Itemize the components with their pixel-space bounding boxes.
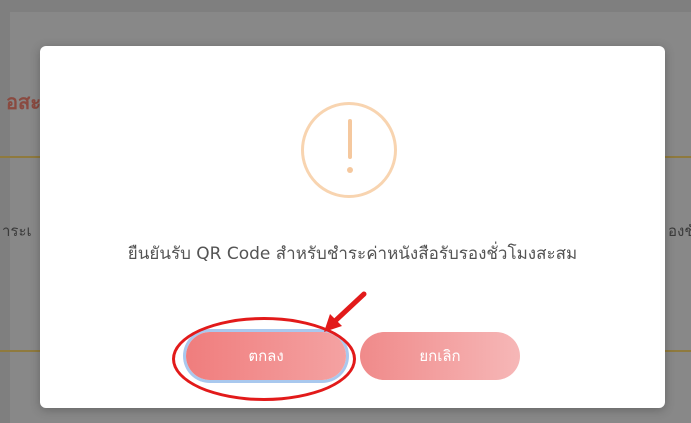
background-divider	[664, 156, 691, 158]
background-text-left: ำระเ	[2, 222, 32, 240]
exclamation-icon-dot	[347, 167, 353, 173]
dialog-message: ยืนยันรับ QR Code สำหรับชำระค่าหนังสือรั…	[127, 244, 578, 264]
background-divider	[664, 350, 691, 352]
background-divider	[0, 156, 40, 158]
cancel-button[interactable]: ยกเลิก	[360, 332, 520, 380]
exclamation-icon-bar	[348, 119, 352, 159]
confirm-button[interactable]: ตกลง	[186, 332, 346, 380]
background-text-right: องชั่	[668, 222, 691, 240]
confirm-dialog: ยืนยันรับ QR Code สำหรับชำระค่าหนังสือรั…	[40, 46, 665, 408]
background-divider	[0, 350, 40, 352]
background-heading: อสะ	[6, 90, 41, 114]
